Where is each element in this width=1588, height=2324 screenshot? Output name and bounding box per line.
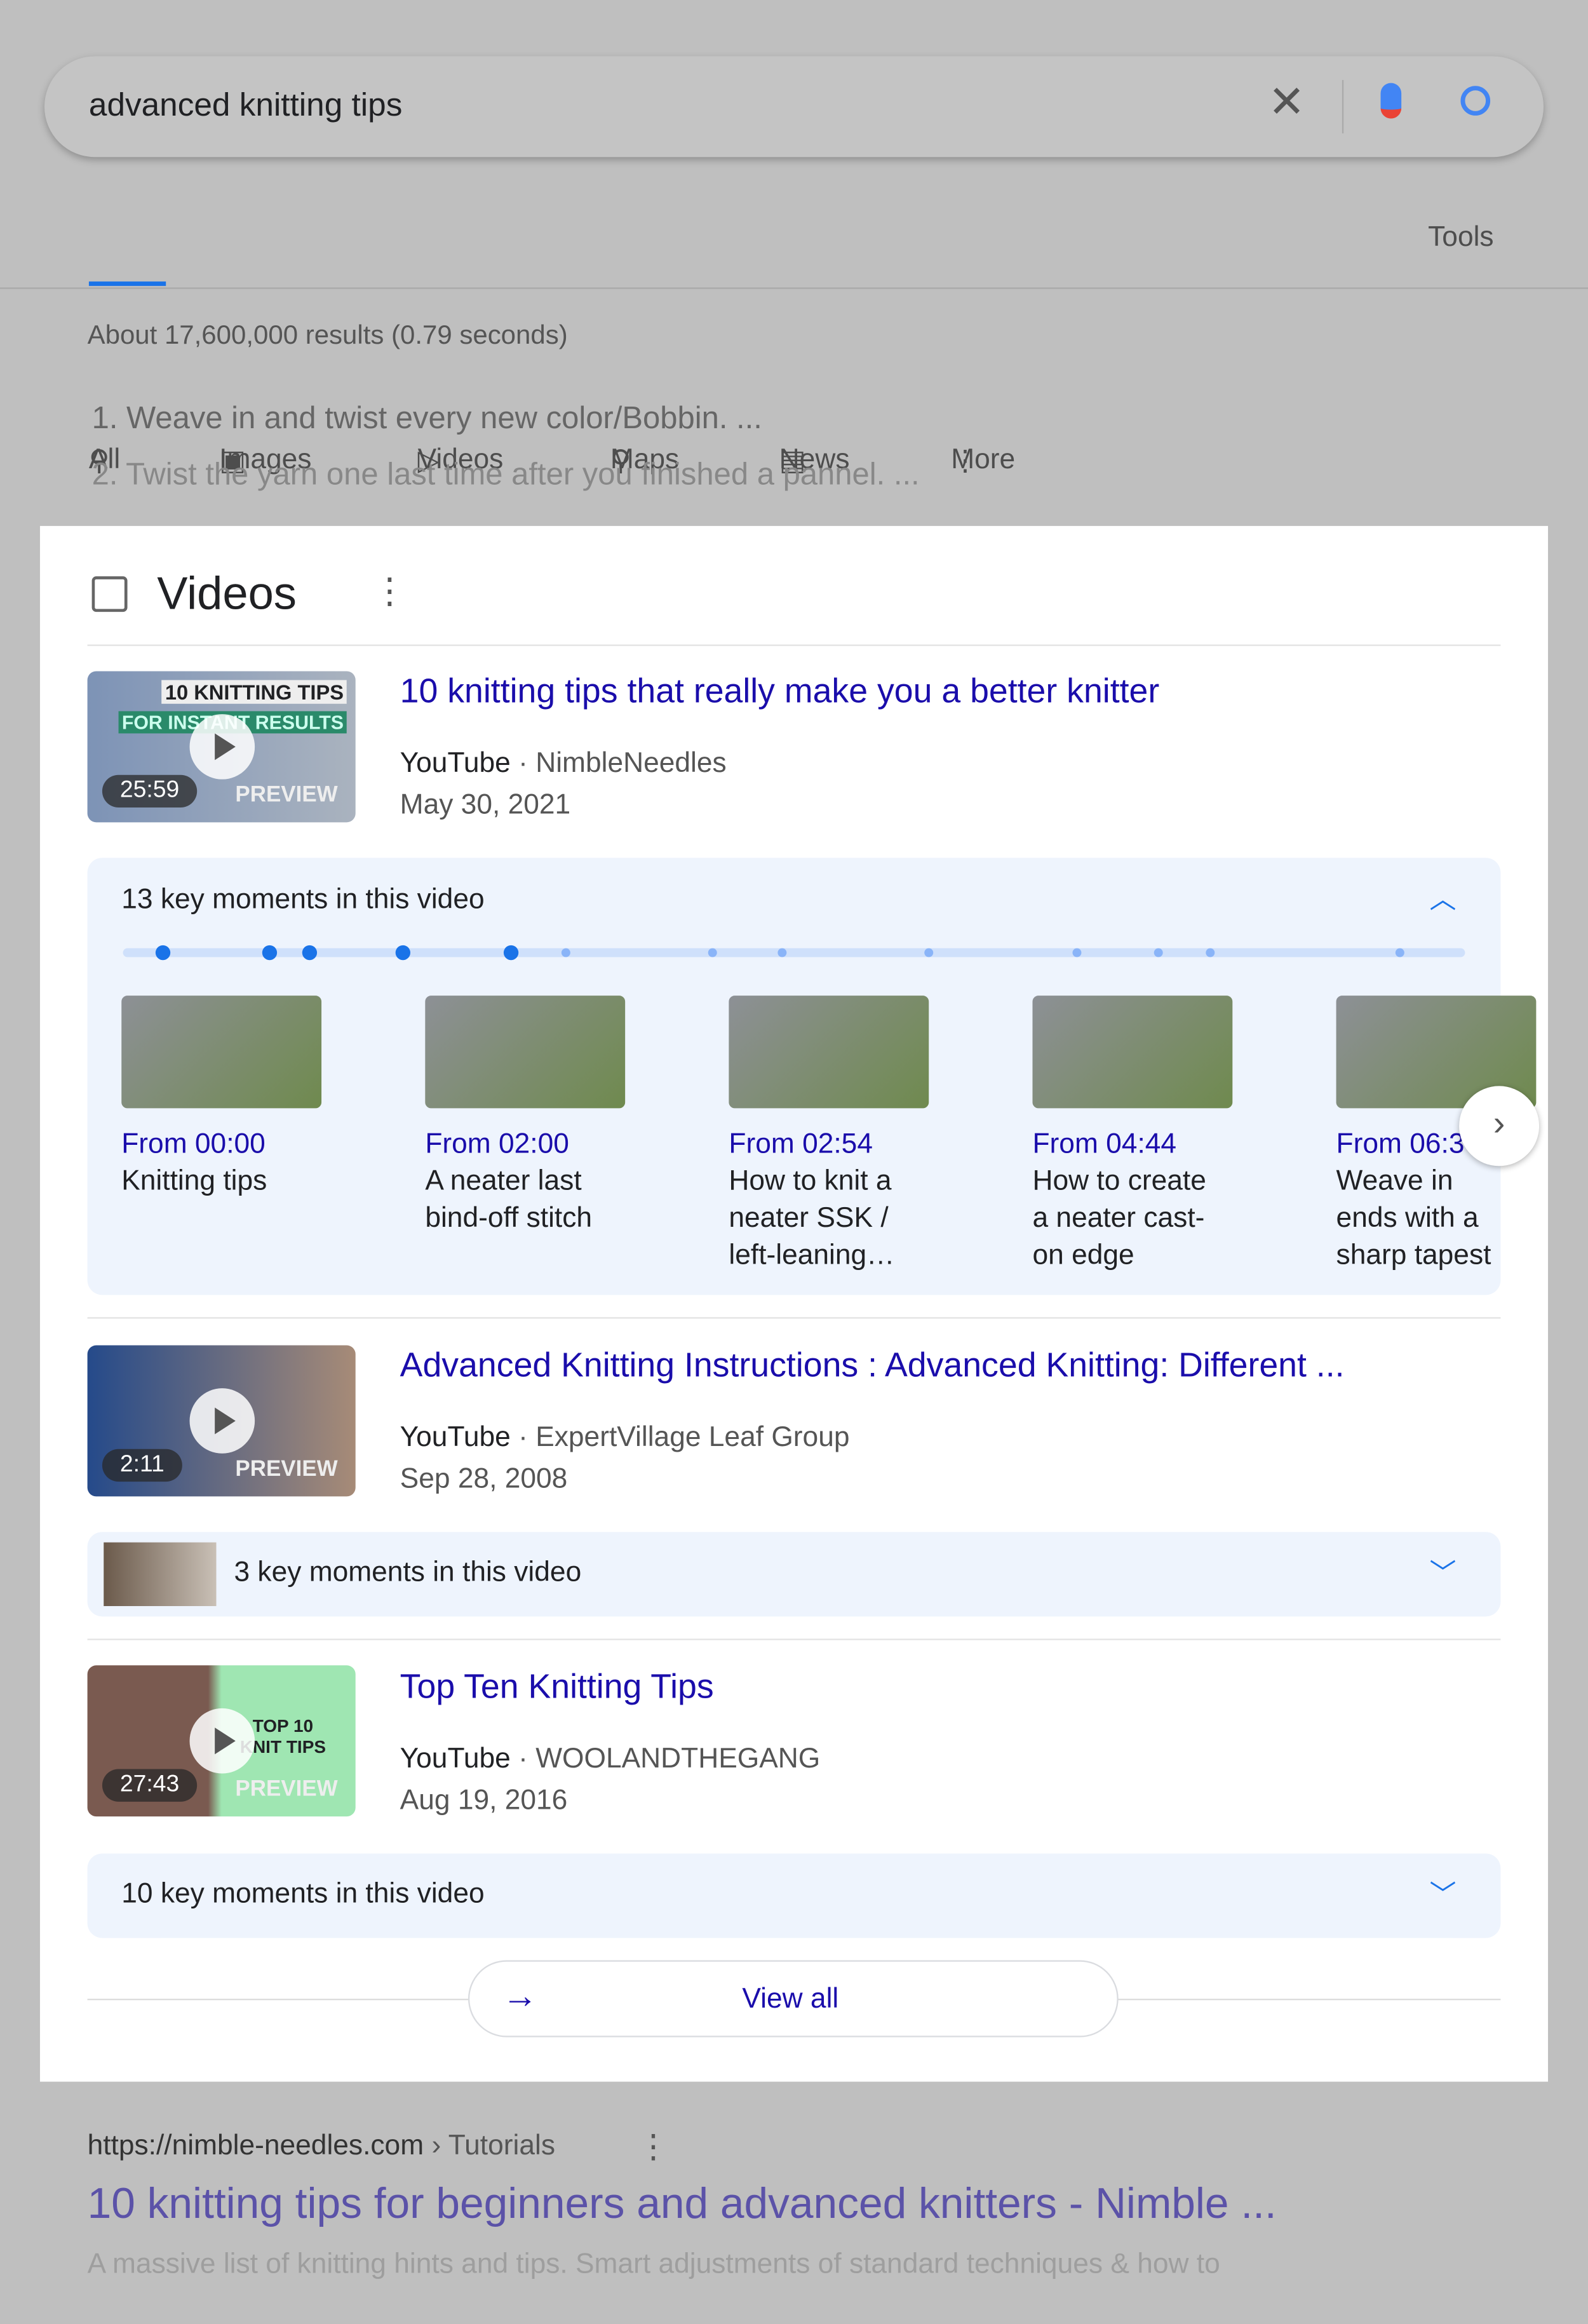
- key-moment-thumbnail: [425, 996, 626, 1109]
- active-tab-indicator: [88, 281, 166, 287]
- divider: [1342, 79, 1344, 133]
- result-url[interactable]: https://nimble-needles.com › Tutorials: [88, 2131, 555, 2163]
- preview-label: PREVIEW: [235, 1776, 338, 1802]
- key-moments-label: 3 key moments in this video: [234, 1557, 582, 1589]
- timeline-marker[interactable]: [924, 948, 934, 957]
- key-moment-thumbnail: [1032, 996, 1233, 1109]
- key-moment-time: From 00:00: [121, 1129, 266, 1161]
- result-title-link[interactable]: 10 knitting tips for beginners and advan…: [88, 2181, 1277, 2230]
- key-moment-description: bind-off stitch: [425, 1203, 593, 1234]
- duration-badge: 27:43: [102, 1769, 198, 1802]
- timeline-marker[interactable]: [1072, 948, 1082, 957]
- video-title-link[interactable]: Advanced Knitting Instructions : Advance…: [400, 1346, 1345, 1386]
- key-moments-toggle[interactable]: 10 key moments in this video ﹀: [87, 1853, 1501, 1938]
- video-date: Sep 28, 2008: [400, 1464, 568, 1496]
- video-source: YouTube: [400, 748, 511, 780]
- videos-panel: Videos ⋮ 10 KNITTING TIPS FOR INSTANT RE…: [39, 525, 1549, 2082]
- chevron-up-icon[interactable]: ︿: [1429, 879, 1456, 917]
- key-moment-item[interactable]: From 00:00 Knitting tips: [121, 996, 328, 1198]
- video-source: YouTube: [400, 1743, 511, 1775]
- timeline-marker[interactable]: [302, 945, 318, 961]
- timeline-marker[interactable]: [708, 948, 717, 957]
- video-title-link[interactable]: Top Ten Knitting Tips: [400, 1667, 714, 1707]
- timeline-marker[interactable]: [503, 945, 519, 961]
- preview-label: PREVIEW: [235, 1456, 338, 1482]
- video-thumbnail[interactable]: TOP 10 KNIT TIPS 27:43 PREVIEW: [87, 1665, 356, 1817]
- key-moment-description: A neater last: [425, 1166, 582, 1198]
- video-channel: ExpertVillage Leaf Group: [535, 1422, 850, 1454]
- key-moments-toggle[interactable]: 3 key moments in this video ﹀: [87, 1532, 1501, 1617]
- key-moment-thumbnail: [104, 1542, 217, 1606]
- chevron-down-icon: ﹀: [1429, 1558, 1457, 1589]
- duration-badge: 2:11: [102, 1449, 182, 1482]
- search-input[interactable]: advanced knitting tips: [89, 86, 402, 125]
- video-icon: [91, 576, 128, 612]
- timeline-marker[interactable]: [262, 945, 278, 961]
- key-moment-time: From 02:00: [425, 1129, 569, 1161]
- duration-badge: 25:59: [102, 774, 198, 807]
- divider: [0, 287, 1588, 289]
- video-date: May 30, 2021: [400, 790, 571, 821]
- key-moments-label: 13 key moments in this video: [121, 884, 485, 916]
- videos-heading: Videos: [157, 567, 297, 619]
- arrow-right-icon: →: [502, 1976, 538, 2017]
- video-thumbnail[interactable]: 10 KNITTING TIPS FOR INSTANT RESULTS 25:…: [87, 671, 356, 823]
- timeline-track[interactable]: [123, 948, 1465, 957]
- timeline-marker[interactable]: [777, 948, 787, 957]
- video-channel: NimbleNeedles: [535, 748, 727, 780]
- key-moment-description: Weave in: [1336, 1166, 1453, 1198]
- preview-label: PREVIEW: [235, 782, 338, 807]
- key-moment-description: ends with a: [1336, 1203, 1479, 1234]
- timeline-marker[interactable]: [1206, 948, 1215, 957]
- video-title-link[interactable]: 10 knitting tips that really make you a …: [400, 671, 1160, 711]
- key-moment-description: neater SSK /: [729, 1203, 889, 1234]
- result-stats: About 17,600,000 results (0.79 seconds): [87, 320, 568, 350]
- key-moment-description: a neater cast-: [1032, 1203, 1205, 1234]
- video-thumbnail[interactable]: 2:11 PREVIEW: [87, 1345, 356, 1497]
- view-all-button[interactable]: → View all: [468, 1960, 1119, 2037]
- key-moment-description: Knitting tips: [121, 1166, 267, 1198]
- divider: [87, 1317, 1501, 1319]
- tools-button[interactable]: Tools: [1428, 222, 1493, 255]
- more-vert-icon[interactable]: ⋮: [637, 2128, 670, 2166]
- key-moment-description: sharp tapest: [1336, 1240, 1491, 1271]
- timeline-marker[interactable]: [155, 945, 171, 961]
- timeline-marker[interactable]: [1154, 948, 1163, 957]
- key-moment-description: How to create: [1032, 1166, 1206, 1198]
- chevron-right-icon[interactable]: ›: [1459, 1086, 1540, 1166]
- key-moment-time: From 02:54: [729, 1129, 873, 1161]
- thumbnail-text: 10 KNITTING TIPS: [162, 680, 347, 704]
- key-moment-thumbnail: [729, 996, 929, 1109]
- clear-icon[interactable]: ✕: [1268, 77, 1305, 129]
- search-box[interactable]: advanced knitting tips ✕: [44, 56, 1544, 158]
- timeline-marker[interactable]: [1395, 948, 1404, 957]
- video-channel: WOOLANDTHEGANG: [535, 1743, 821, 1775]
- play-icon: [189, 1388, 254, 1454]
- divider: [87, 1638, 1501, 1640]
- snippet-item: 2. Twist the yarn one last time after yo…: [91, 457, 920, 492]
- microphone-icon[interactable]: [1380, 83, 1402, 119]
- key-moment-item[interactable]: From 02:00 A neater last bind-off stitch: [425, 996, 632, 1236]
- result-snippet: A massive list of knitting hints and tip…: [87, 2249, 1220, 2281]
- timeline-marker[interactable]: [395, 945, 410, 961]
- divider: [87, 644, 1501, 646]
- search-icon[interactable]: [1460, 86, 1491, 116]
- key-moment-thumbnail: [121, 996, 322, 1109]
- key-moment-item[interactable]: From 02:54 How to knit a neater SSK / left-…: [729, 996, 936, 1273]
- play-icon: [189, 1708, 254, 1774]
- key-moment-description: left-leaning…: [729, 1240, 895, 1271]
- more-vert-icon[interactable]: ⋮: [372, 571, 407, 614]
- key-moment-description: on edge: [1032, 1240, 1134, 1271]
- chevron-down-icon: ﹀: [1429, 1880, 1457, 1910]
- key-moment-time: From 04:44: [1032, 1129, 1177, 1161]
- video-date: Aug 19, 2016: [400, 1785, 568, 1817]
- key-moment-description: How to knit a: [729, 1166, 892, 1198]
- play-icon: [189, 714, 254, 780]
- key-moment-item[interactable]: From 04:44 How to create a neater cast-on …: [1032, 996, 1239, 1273]
- snippet-item: 1. Weave in and twist every new color/Bo…: [91, 401, 762, 436]
- key-moments-label: 10 key moments in this video: [121, 1879, 485, 1910]
- key-moments-panel: 13 key moments in this video ︿ From 00:0…: [87, 858, 1540, 1295]
- timeline-marker[interactable]: [561, 948, 570, 957]
- video-source: YouTube: [400, 1422, 511, 1454]
